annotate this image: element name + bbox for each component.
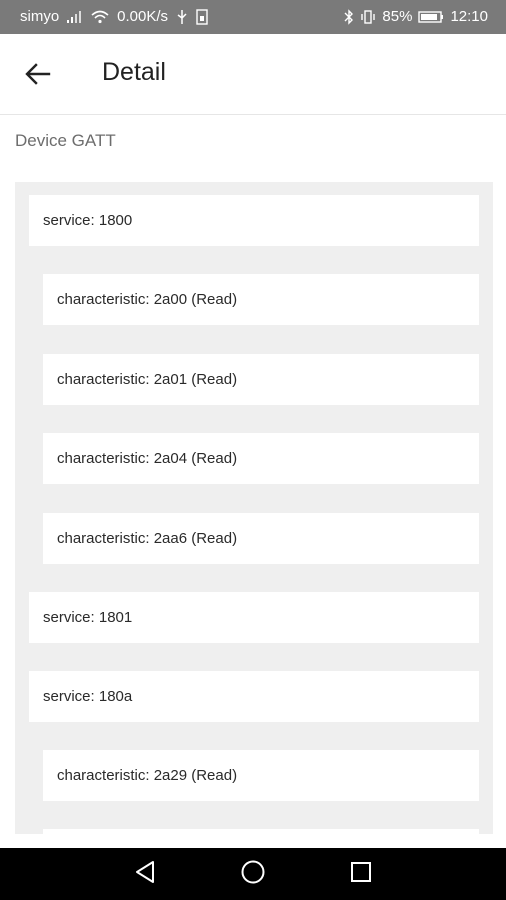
network-speed: 0.00K/s <box>117 8 169 25</box>
carrier-name: simyo <box>20 8 60 25</box>
battery-icon <box>418 10 444 24</box>
signal-icon <box>67 10 83 23</box>
characteristic-row[interactable]: characteristic: 2a29 (Read) <box>43 750 479 801</box>
nav-recents-button[interactable] <box>346 860 376 888</box>
triangle-back-icon <box>134 860 156 889</box>
characteristic-label: characteristic: 2a00 (Read) <box>57 291 238 308</box>
square-recents-icon <box>350 861 372 888</box>
status-bar: simyo 0.00K/s 85% 12:10 <box>0 0 506 34</box>
characteristic-label: characteristic: 2a29 (Read) <box>57 767 238 784</box>
wifi-icon <box>91 10 109 24</box>
characteristic-row[interactable]: characteristic: 2a01 (Read) <box>43 354 479 405</box>
characteristic-row-partial[interactable] <box>43 829 479 834</box>
gatt-list: service: 1800 characteristic: 2a00 (Read… <box>15 182 493 834</box>
service-label: service: 1801 <box>43 609 133 626</box>
back-button[interactable] <box>18 56 58 96</box>
system-nav-bar <box>0 848 506 900</box>
clock: 12:10 <box>450 8 488 25</box>
arrow-left-icon <box>25 62 51 90</box>
service-row[interactable]: service: 1801 <box>29 592 479 643</box>
service-label: service: 180a <box>43 688 133 705</box>
page-title: Detail <box>102 58 166 86</box>
characteristic-row[interactable]: characteristic: 2aa6 (Read) <box>43 513 479 564</box>
status-bar-right: 85% 12:10 <box>344 8 488 25</box>
usb-icon <box>176 9 188 25</box>
nav-back-button[interactable] <box>130 860 160 888</box>
circle-home-icon <box>240 859 266 890</box>
service-row[interactable]: service: 1800 <box>29 195 479 246</box>
characteristic-label: characteristic: 2aa6 (Read) <box>57 530 238 547</box>
app-bar: Detail <box>0 34 506 115</box>
characteristic-label: characteristic: 2a01 (Read) <box>57 371 238 388</box>
vibrate-icon <box>360 9 376 25</box>
service-row[interactable]: service: 180a <box>29 671 479 722</box>
status-bar-left: simyo 0.00K/s <box>20 8 208 25</box>
battery-percent: 85% <box>382 8 413 25</box>
section-label: Device GATT <box>15 131 116 150</box>
characteristic-row[interactable]: characteristic: 2a04 (Read) <box>43 433 479 484</box>
characteristic-label: characteristic: 2a04 (Read) <box>57 450 238 467</box>
nav-home-button[interactable] <box>238 860 268 888</box>
characteristic-row[interactable]: characteristic: 2a00 (Read) <box>43 274 479 325</box>
sim-card-icon <box>196 8 208 25</box>
service-label: service: 1800 <box>43 212 133 229</box>
bluetooth-icon <box>344 8 354 25</box>
